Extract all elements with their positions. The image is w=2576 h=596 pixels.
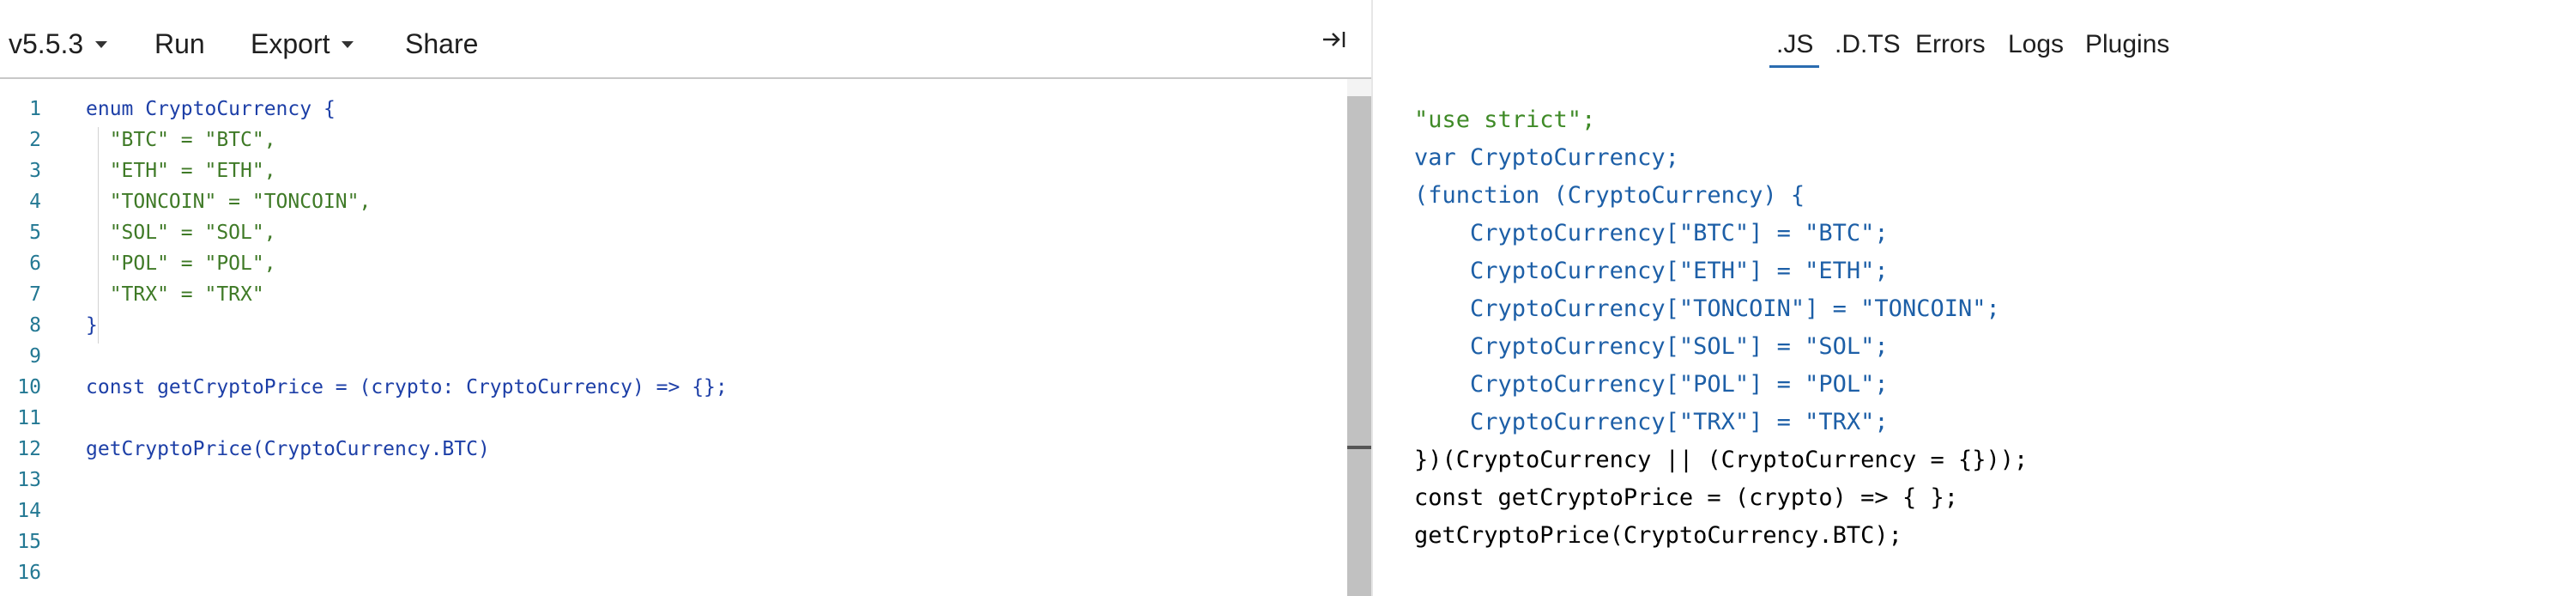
collapse-right-icon[interactable] [1320,26,1347,53]
code-editor[interactable]: 1 2 3 4 5 6 7 8 9 10 11 12 13 14 15 16 e… [0,79,1371,596]
output-line: })(CryptoCurrency || (CryptoCurrency = {… [1414,447,2029,473]
line-number: 15 [17,531,41,553]
tab-dts[interactable]: .D.TS [1835,0,1901,77]
line-number: 12 [17,438,41,460]
vertical-scrollbar-thumb[interactable] [1347,96,1371,596]
tab-plugins[interactable]: Plugins [2085,0,2169,77]
output-line: getCryptoPrice(CryptoCurrency.BTC); [1414,522,1902,549]
line-number: 10 [17,376,41,398]
output-pane: .JS .D.TS Errors Logs Plugins "use stric… [1373,0,2576,596]
code-line: } [86,314,98,337]
line-number: 13 [17,469,41,491]
share-label: Share [405,28,479,59]
chevron-down-icon [342,40,354,48]
active-tab-indicator [1769,65,1819,68]
run-button[interactable]: Run [154,0,205,77]
output-line: "use strict"; [1414,106,1596,133]
export-dropdown[interactable]: Export [251,0,354,77]
scrollbar-cursor-marker [1347,446,1371,449]
output-line: CryptoCurrency["ETH"] = "ETH"; [1414,258,1889,284]
output-line: const getCryptoPrice = (crypto) => { }; [1414,484,1958,511]
output-line: (function (CryptoCurrency) { [1414,182,1805,209]
output-tabs: .JS .D.TS Errors Logs Plugins [1373,0,2576,77]
output-line: CryptoCurrency["TRX"] = "TRX"; [1414,409,1889,435]
line-number: 4 [29,191,41,213]
line-number: 8 [29,314,41,337]
code-line: enum CryptoCurrency { [86,98,336,120]
line-number: 1 [29,98,41,120]
line-number: 11 [17,407,41,429]
line-number: 6 [29,252,41,275]
line-number: 9 [29,345,41,368]
run-label: Run [154,28,205,59]
output-line: CryptoCurrency["TONCOIN"] = "TONCOIN"; [1414,295,2000,322]
code-line: getCryptoPrice(CryptoCurrency.BTC) [86,438,490,460]
code-line: "SOL" = "SOL", [86,222,276,244]
tab-logs[interactable]: Logs [2008,0,2064,77]
code-line: "TONCOIN" = "TONCOIN", [86,191,372,213]
line-number: 7 [29,283,41,306]
output-line: CryptoCurrency["SOL"] = "SOL"; [1414,333,1889,360]
line-number: 5 [29,222,41,244]
output-line: CryptoCurrency["BTC"] = "BTC"; [1414,220,1889,246]
version-dropdown[interactable]: v5.5.3 [9,0,108,77]
code-line: "ETH" = "ETH", [86,160,276,182]
chevron-down-icon [95,40,108,48]
code-line: "BTC" = "BTC", [86,129,276,151]
output-line: var CryptoCurrency; [1414,144,1679,171]
code-line: const getCryptoPrice = (crypto: CryptoCu… [86,376,728,398]
export-label: Export [251,28,330,59]
line-number: 2 [29,129,41,151]
code-line: "TRX" = "TRX" [86,283,264,306]
share-button[interactable]: Share [405,0,478,77]
tab-errors[interactable]: Errors [1915,0,1986,77]
output-line: CryptoCurrency["POL"] = "POL"; [1414,371,1889,398]
line-number: 16 [17,562,41,584]
editor-toolbar: v5.5.3 Run Export Share [0,0,1371,79]
line-number: 14 [17,500,41,522]
line-number: 3 [29,160,41,182]
code-line: "POL" = "POL", [86,252,276,275]
editor-pane: v5.5.3 Run Export Share 1 2 3 4 5 6 7 8 … [0,0,1371,596]
version-label: v5.5.3 [9,28,84,59]
